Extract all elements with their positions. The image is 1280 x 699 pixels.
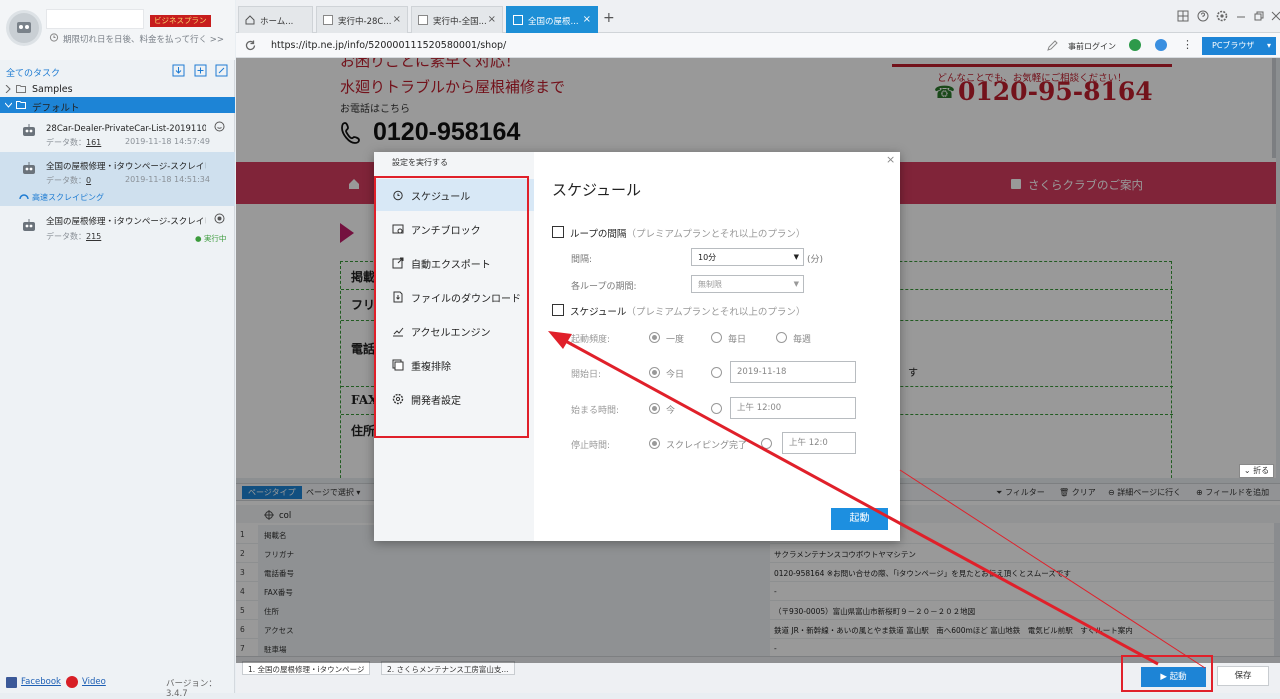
annotation-arrow	[548, 331, 1206, 669]
